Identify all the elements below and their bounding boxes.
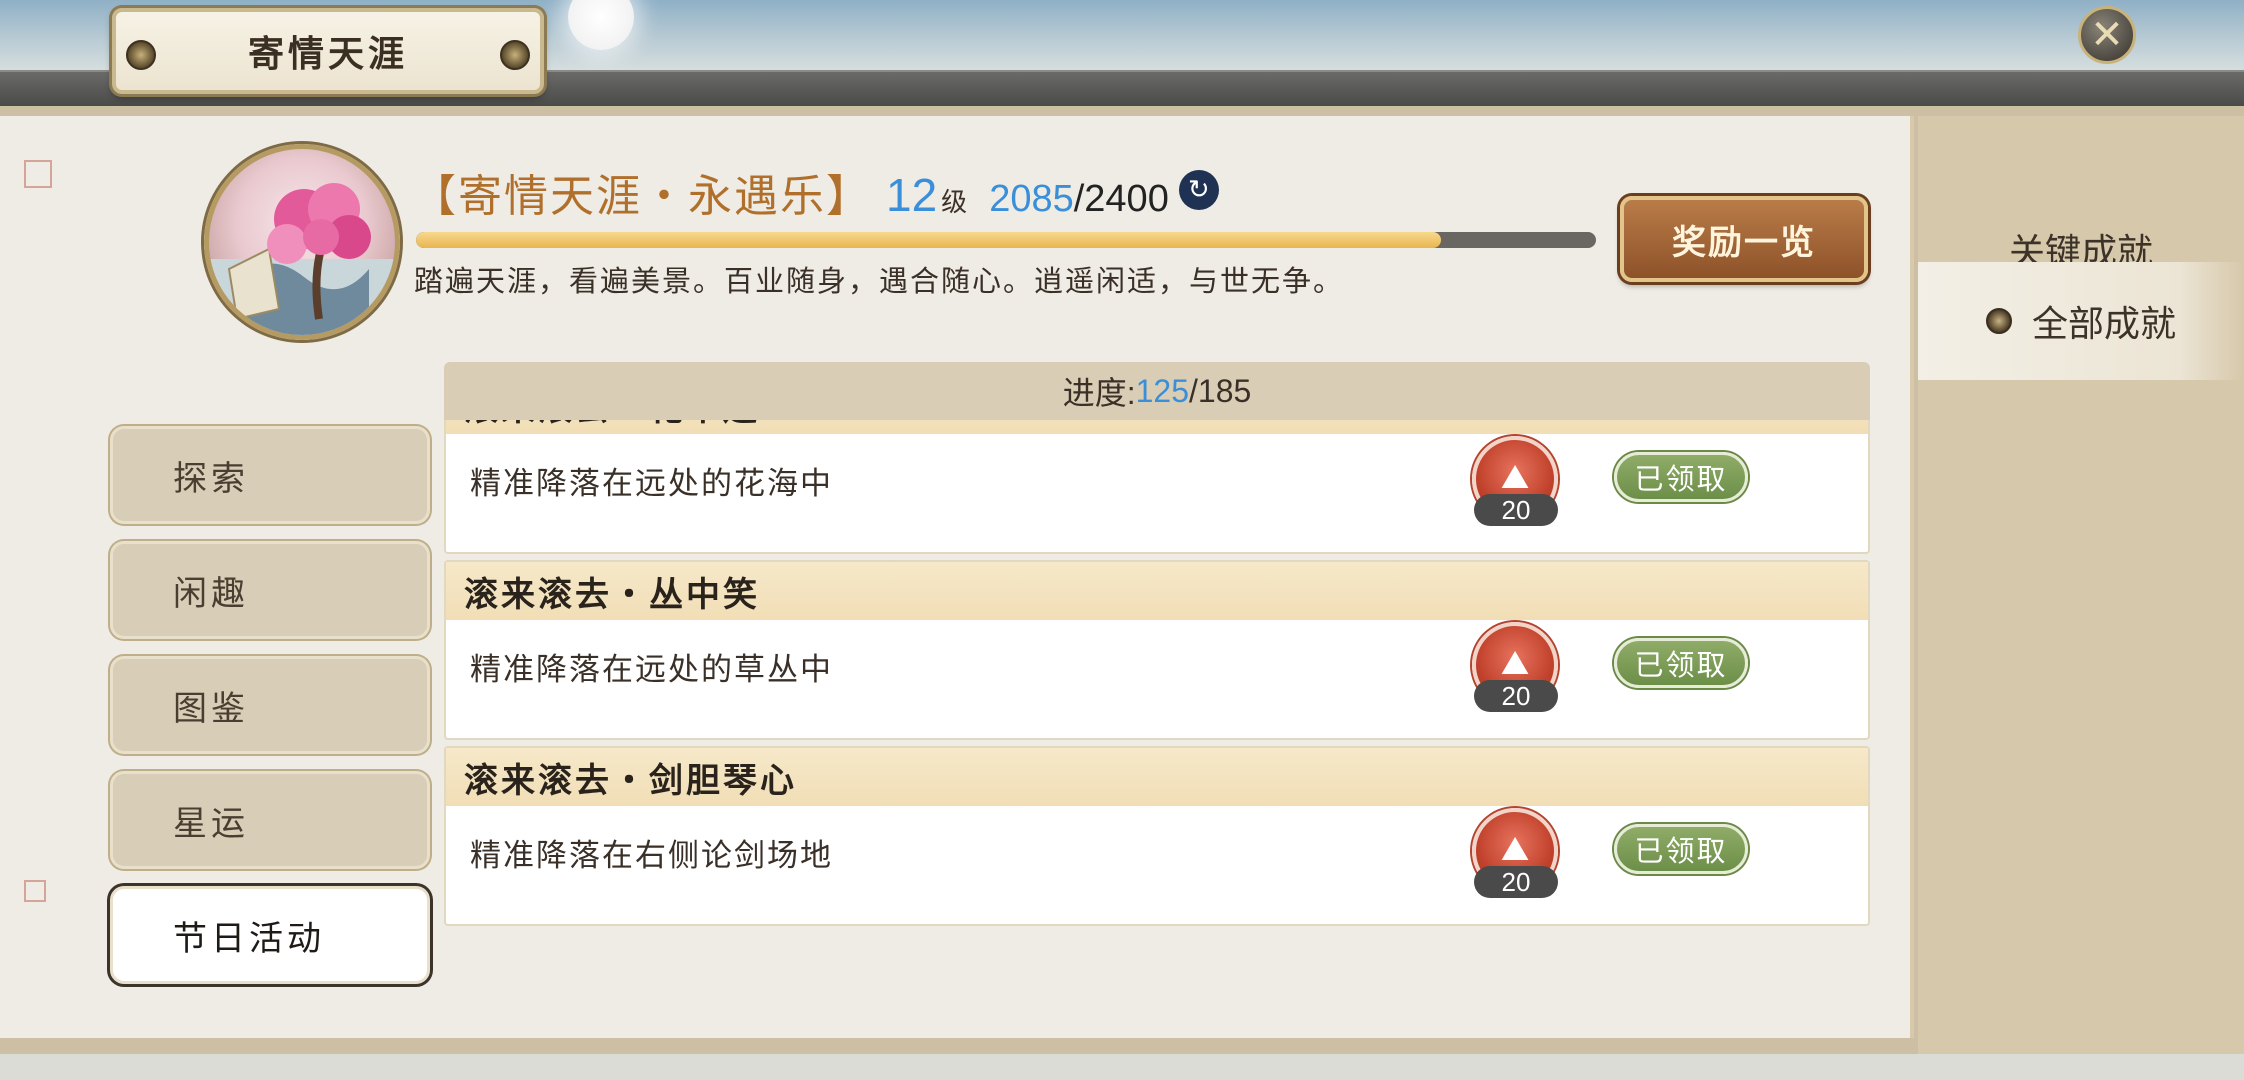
knot-ornament-icon bbox=[126, 40, 156, 70]
refresh-icon[interactable]: ↻ bbox=[1178, 170, 1219, 210]
seal-stamp-decoration bbox=[24, 160, 52, 188]
reward-overview-button[interactable]: 奖励一览 bbox=[1620, 196, 1868, 282]
bottom-strip bbox=[0, 1054, 2244, 1080]
tab-all-achievements[interactable]: 全部成就 bbox=[1918, 262, 2244, 380]
reward-count: 20 bbox=[1474, 494, 1558, 526]
xp-current: 2085 bbox=[989, 178, 1074, 220]
close-button[interactable]: ✕ bbox=[2078, 6, 2136, 64]
level-value: 12 bbox=[886, 169, 938, 221]
category-label: 闲趣 bbox=[173, 573, 249, 614]
knot-ornament-icon bbox=[500, 40, 530, 70]
seal-stamp-decoration bbox=[24, 880, 46, 902]
achievement-avatar bbox=[204, 144, 400, 340]
xp-progress-fill bbox=[416, 232, 1442, 248]
level-unit: 级 bbox=[941, 188, 968, 218]
close-icon: ✕ bbox=[2090, 12, 2124, 58]
achievement-item: 滚来滚去・剑胆琴心 精准降落在右侧论剑场地 ⛰ 20 已领取 bbox=[444, 746, 1870, 926]
claimed-label: 已领取 bbox=[1634, 462, 1728, 496]
achievement-desc: 精准降落在远处的花海中 bbox=[470, 466, 833, 502]
category-label: 节日活动 bbox=[173, 918, 325, 959]
claimed-button[interactable]: 已领取 bbox=[1614, 824, 1748, 874]
window-title: 寄情天涯 bbox=[247, 33, 408, 75]
category-label: 图鉴 bbox=[173, 688, 249, 729]
achievement-desc: 精准降落在右侧论剑场地 bbox=[470, 838, 833, 874]
progress-total: /185 bbox=[1189, 372, 1252, 409]
reward-count: 20 bbox=[1474, 866, 1558, 898]
claimed-label: 已领取 bbox=[1634, 648, 1728, 682]
right-tab-panel: 关键成就 全部成就 bbox=[1918, 116, 2244, 1054]
achievement-item: 滚来滚去・丛中笑 精准降落在远处的草丛中 ⛰ 20 已领取 bbox=[444, 560, 1870, 740]
claimed-button[interactable]: 已领取 bbox=[1614, 452, 1748, 502]
category-tab-fortune[interactable]: 星运 bbox=[110, 771, 430, 869]
window-title-plaque: 寄情天涯 bbox=[112, 8, 544, 94]
achievement-title: 滚来滚去・剑胆琴心 bbox=[446, 748, 1868, 806]
progress-header: 进度: 125 /185 bbox=[444, 362, 1870, 420]
achievement-header: 【寄情天涯・永遇乐】 12 级 2085 /2400 ↻ bbox=[412, 160, 1219, 222]
progress-current: 125 bbox=[1135, 372, 1189, 409]
category-label: 星运 bbox=[173, 803, 249, 844]
achievement-title: 滚来滚去・花中迷 bbox=[446, 420, 1868, 434]
selected-knot-icon bbox=[1985, 308, 2012, 334]
achievement-list[interactable]: 滚来滚去・花中迷 精准降落在远处的花海中 ⛰ 20 已领取 滚来滚去・丛中笑 精… bbox=[444, 420, 1870, 972]
category-tab-festival[interactable]: 节日活动 bbox=[110, 886, 430, 984]
reward-count: 20 bbox=[1474, 680, 1558, 712]
xp-progress-bar bbox=[416, 232, 1596, 248]
achievement-description: 踏遍天涯，看遍美景。百业随身，遇合随心。逍遥闲适，与世无争。 bbox=[414, 264, 1345, 298]
claimed-label: 已领取 bbox=[1634, 834, 1728, 868]
category-label: 探索 bbox=[173, 458, 249, 499]
xp-max: /2400 bbox=[1073, 178, 1169, 220]
achievement-title: 滚来滚去・丛中笑 bbox=[446, 562, 1868, 620]
category-tab-explore[interactable]: 探索 bbox=[110, 426, 430, 524]
category-tab-collection[interactable]: 图鉴 bbox=[110, 656, 430, 754]
achievement-item: 滚来滚去・花中迷 精准降落在远处的花海中 ⛰ 20 已领取 bbox=[444, 420, 1870, 554]
reward-overview-label: 奖励一览 bbox=[1672, 222, 1816, 263]
blossom-tree-icon bbox=[209, 183, 395, 335]
tab-label: 全部成就 bbox=[2031, 304, 2176, 345]
achievement-desc: 精准降落在远处的草丛中 bbox=[470, 652, 833, 688]
category-tab-leisure[interactable]: 闲趣 bbox=[110, 541, 430, 639]
claimed-button[interactable]: 已领取 bbox=[1614, 638, 1748, 688]
progress-label: 进度: bbox=[1062, 375, 1136, 411]
achievement-series-name: 【寄情天涯・永遇乐】 bbox=[412, 171, 872, 222]
